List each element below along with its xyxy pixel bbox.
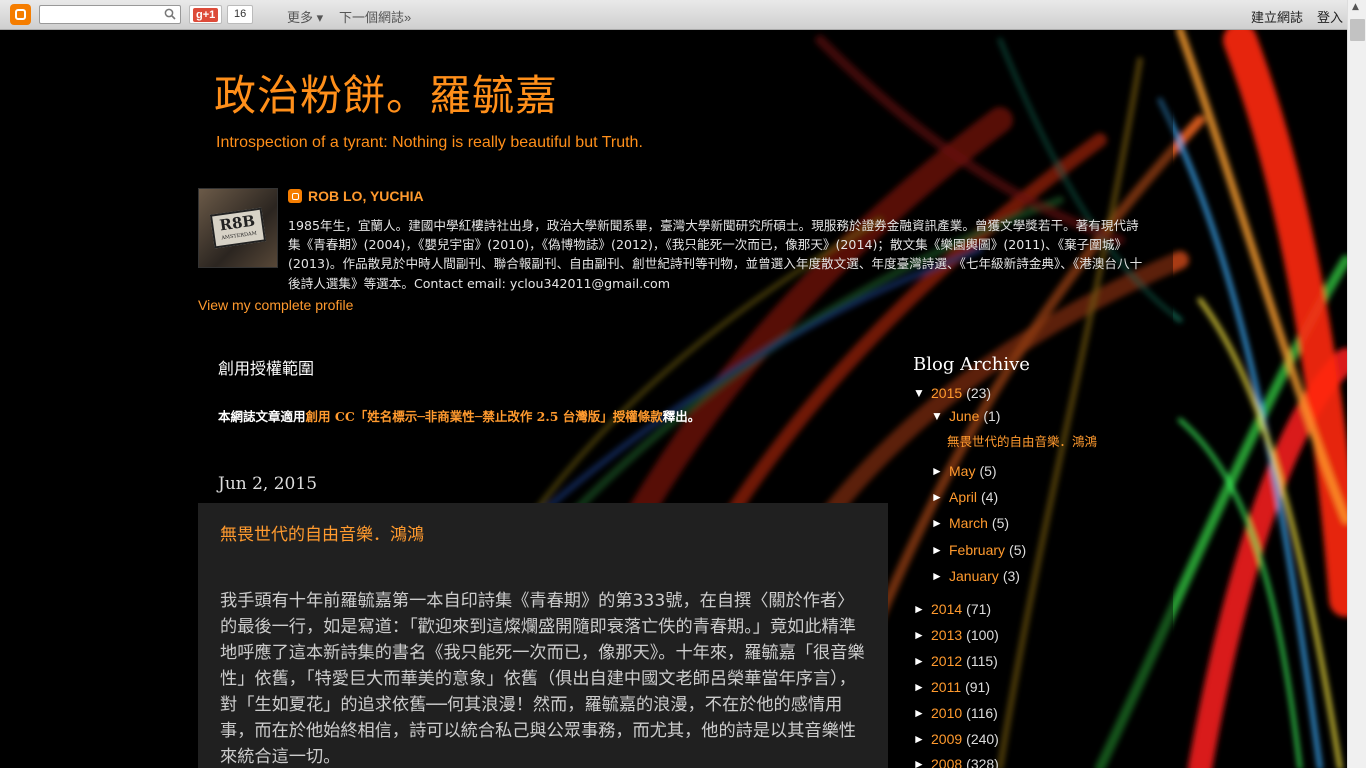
expand-toggle-icon[interactable]: ► [931,543,949,557]
search-input[interactable] [39,5,181,24]
archive-year-2013[interactable]: ► 2013 (100) [913,627,999,643]
page-scrollbar[interactable]: ▲ [1347,0,1366,768]
profile-bio: 1985年生，宜蘭人。建國中學紅樓詩社出身，政治大學新聞系畢，臺灣大學新聞研究所… [288,218,1143,291]
post-date: Jun 2, 2015 [218,474,318,494]
archive-post-link[interactable]: 無畏世代的自由音樂．鴻鴻 [947,431,1097,450]
profile-name[interactable]: ROB LO, YUCHIA [308,188,424,204]
profile-photo-sign: R8B AMSTERDAM [209,207,267,249]
blog-description: Introspection of a tyrant: Nothing is re… [216,134,643,151]
archive-month-january[interactable]: ► January (3) [931,568,1020,584]
license-link[interactable]: 創用 CC「姓名標示─非商業性─禁止改作 2.5 台灣版」授權條款 [306,409,663,424]
expand-toggle-icon[interactable]: ► [913,602,931,616]
license-text: 本網誌文章適用創用 CC「姓名標示─非商業性─禁止改作 2.5 台灣版」授權條款… [218,406,700,425]
expand-toggle-icon[interactable]: ► [931,516,949,530]
blogger-profile-icon [288,189,302,203]
expand-toggle-icon[interactable]: ► [913,757,931,768]
next-blog-link[interactable]: 下一個網誌» [339,7,411,26]
blogger-navbar: g+1 16 更多 ▾ 下一個網誌» 建立網誌 登入 [0,0,1366,30]
archive-year-2008[interactable]: ► 2008 (328) [913,756,999,768]
profile-photo[interactable]: R8B AMSTERDAM [198,188,278,268]
gplus-count: 16 [227,5,254,24]
archive-month-march[interactable]: ► March (5) [931,515,1009,531]
license-suffix: 釋出。 [662,409,701,424]
expand-toggle-icon[interactable]: ▼ [913,386,931,400]
scroll-up-icon[interactable]: ▲ [1352,2,1359,12]
search-icon[interactable] [164,8,176,20]
archive-month-june[interactable]: ▼ June (1) [931,408,1000,424]
archive-month-february[interactable]: ► February (5) [931,542,1026,558]
post-title[interactable]: 無畏世代的自由音樂．鴻鴻 [220,520,424,545]
create-blog-link[interactable]: 建立網誌 [1251,7,1303,26]
more-menu[interactable]: 更多 ▾ [287,7,323,26]
view-profile-link[interactable]: View my complete profile [198,297,353,313]
expand-toggle-icon[interactable]: ▼ [931,409,949,423]
expand-toggle-icon[interactable]: ► [931,569,949,583]
expand-toggle-icon[interactable]: ► [931,490,949,504]
license-title: 創用授權範圍 [218,359,315,378]
expand-toggle-icon[interactable]: ► [913,680,931,694]
archive-year-2009[interactable]: ► 2009 (240) [913,731,999,747]
scroll-thumb[interactable] [1350,19,1365,41]
blog-title[interactable]: 政治粉餅。羅毓嘉 [214,62,558,123]
post-body: 我手頭有十年前羅毓嘉第一本自印詩集《青春期》的第333號，在自撰〈關於作者〉的最… [220,591,865,767]
archive-year-2010[interactable]: ► 2010 (116) [913,705,998,721]
archive-year-2012[interactable]: ► 2012 (115) [913,653,998,669]
profile-name-row: ROB LO, YUCHIA [288,188,424,204]
blog-archive-title: Blog Archive [913,354,1030,375]
expand-toggle-icon[interactable]: ► [913,732,931,746]
archive-year-2014[interactable]: ► 2014 (71) [913,601,991,617]
archive-year-2015[interactable]: ▼ 2015 (23) [913,385,991,401]
gplus-button[interactable]: g+1 [189,5,223,24]
license-prefix: 本網誌文章適用 [218,409,306,424]
archive-year-2011[interactable]: ► 2011 (91) [913,679,990,695]
archive-month-april[interactable]: ► April (4) [931,489,998,505]
expand-toggle-icon[interactable]: ► [913,654,931,668]
archive-month-may[interactable]: ► May (5) [931,463,997,479]
expand-toggle-icon[interactable]: ► [931,464,949,478]
gplus-label: g+1 [193,7,219,22]
expand-toggle-icon[interactable]: ► [913,706,931,720]
expand-toggle-icon[interactable]: ► [913,628,931,642]
login-link[interactable]: 登入 [1317,7,1343,26]
blogger-logo-icon[interactable] [10,4,31,25]
